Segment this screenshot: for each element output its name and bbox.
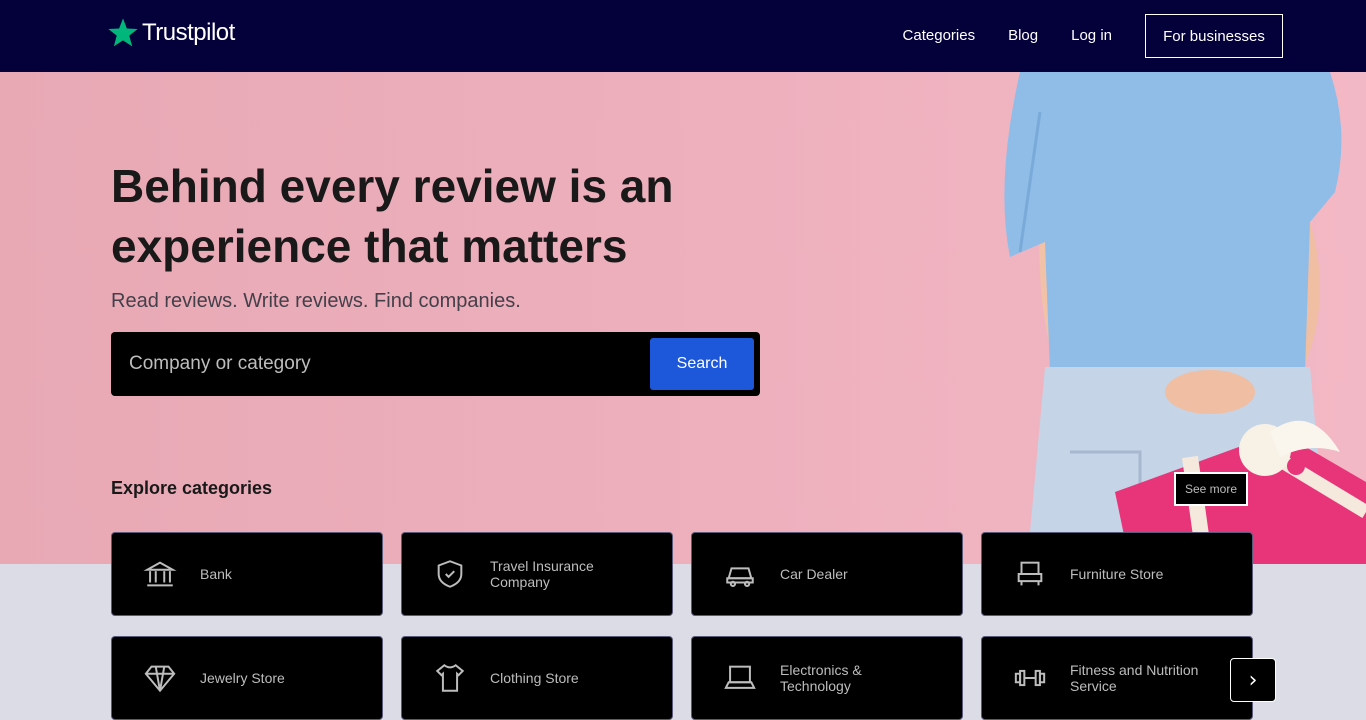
category-label: Bank bbox=[200, 566, 232, 582]
category-label: Car Dealer bbox=[780, 566, 848, 582]
search-bar: Search bbox=[111, 332, 760, 396]
top-navigation-bar: Trustpilot Categories Blog Log in For bu… bbox=[0, 0, 1366, 72]
shirt-icon bbox=[432, 660, 468, 696]
category-card-travel-insurance[interactable]: Travel Insurance Company bbox=[401, 532, 673, 616]
category-card-furniture-store[interactable]: Furniture Store bbox=[981, 532, 1253, 616]
hero-section: Behind every review is an experience tha… bbox=[0, 72, 1366, 564]
car-icon bbox=[722, 556, 758, 592]
dumbbell-icon bbox=[1012, 660, 1048, 696]
nav-link-blog[interactable]: Blog bbox=[1008, 14, 1038, 58]
category-label: Jewelry Store bbox=[200, 670, 285, 686]
category-card-car-dealer[interactable]: Car Dealer bbox=[691, 532, 963, 616]
gem-icon bbox=[142, 660, 178, 696]
category-card-clothing-store[interactable]: Clothing Store bbox=[401, 636, 673, 720]
category-label: Fitness and Nutrition Service bbox=[1070, 662, 1199, 694]
search-input[interactable] bbox=[117, 338, 647, 390]
nav-link-categories[interactable]: Categories bbox=[903, 14, 976, 58]
search-button[interactable]: Search bbox=[650, 338, 754, 390]
hero-person-illustration bbox=[1004, 72, 1366, 564]
explore-categories-heading: Explore categories bbox=[111, 478, 273, 498]
category-label: Furniture Store bbox=[1070, 566, 1164, 582]
trustpilot-logo[interactable]: Trustpilot bbox=[107, 17, 235, 49]
brand-name: Trustpilot bbox=[142, 19, 235, 46]
category-card-electronics[interactable]: Electronics & Technology bbox=[691, 636, 963, 720]
main-nav: Categories Blog Log in For businesses bbox=[903, 14, 1283, 58]
next-arrow-button[interactable]: › bbox=[1230, 658, 1276, 702]
category-label: Travel Insurance Company bbox=[490, 558, 594, 590]
furniture-icon bbox=[1012, 556, 1048, 592]
star-icon bbox=[108, 18, 138, 47]
category-grid: Bank Travel Insurance Company Car Dealer… bbox=[111, 532, 1253, 720]
category-card-bank[interactable]: Bank bbox=[111, 532, 383, 616]
category-label: Electronics & Technology bbox=[780, 662, 862, 694]
category-card-jewelry-store[interactable]: Jewelry Store bbox=[111, 636, 383, 720]
shield-icon bbox=[432, 556, 468, 592]
category-card-fitness[interactable]: Fitness and Nutrition Service bbox=[981, 636, 1253, 720]
nav-link-login[interactable]: Log in bbox=[1071, 14, 1112, 58]
chevron-right-icon: › bbox=[1248, 667, 1258, 693]
for-businesses-button[interactable]: For businesses bbox=[1145, 14, 1283, 58]
laptop-icon bbox=[722, 660, 758, 696]
see-more-categories-button[interactable]: See more bbox=[1174, 472, 1248, 506]
hero-subtitle: Read reviews. Write reviews. Find compan… bbox=[111, 290, 521, 312]
bank-icon bbox=[142, 556, 178, 592]
category-label: Clothing Store bbox=[490, 670, 579, 686]
hero-title: Behind every review is an experience tha… bbox=[111, 160, 674, 272]
